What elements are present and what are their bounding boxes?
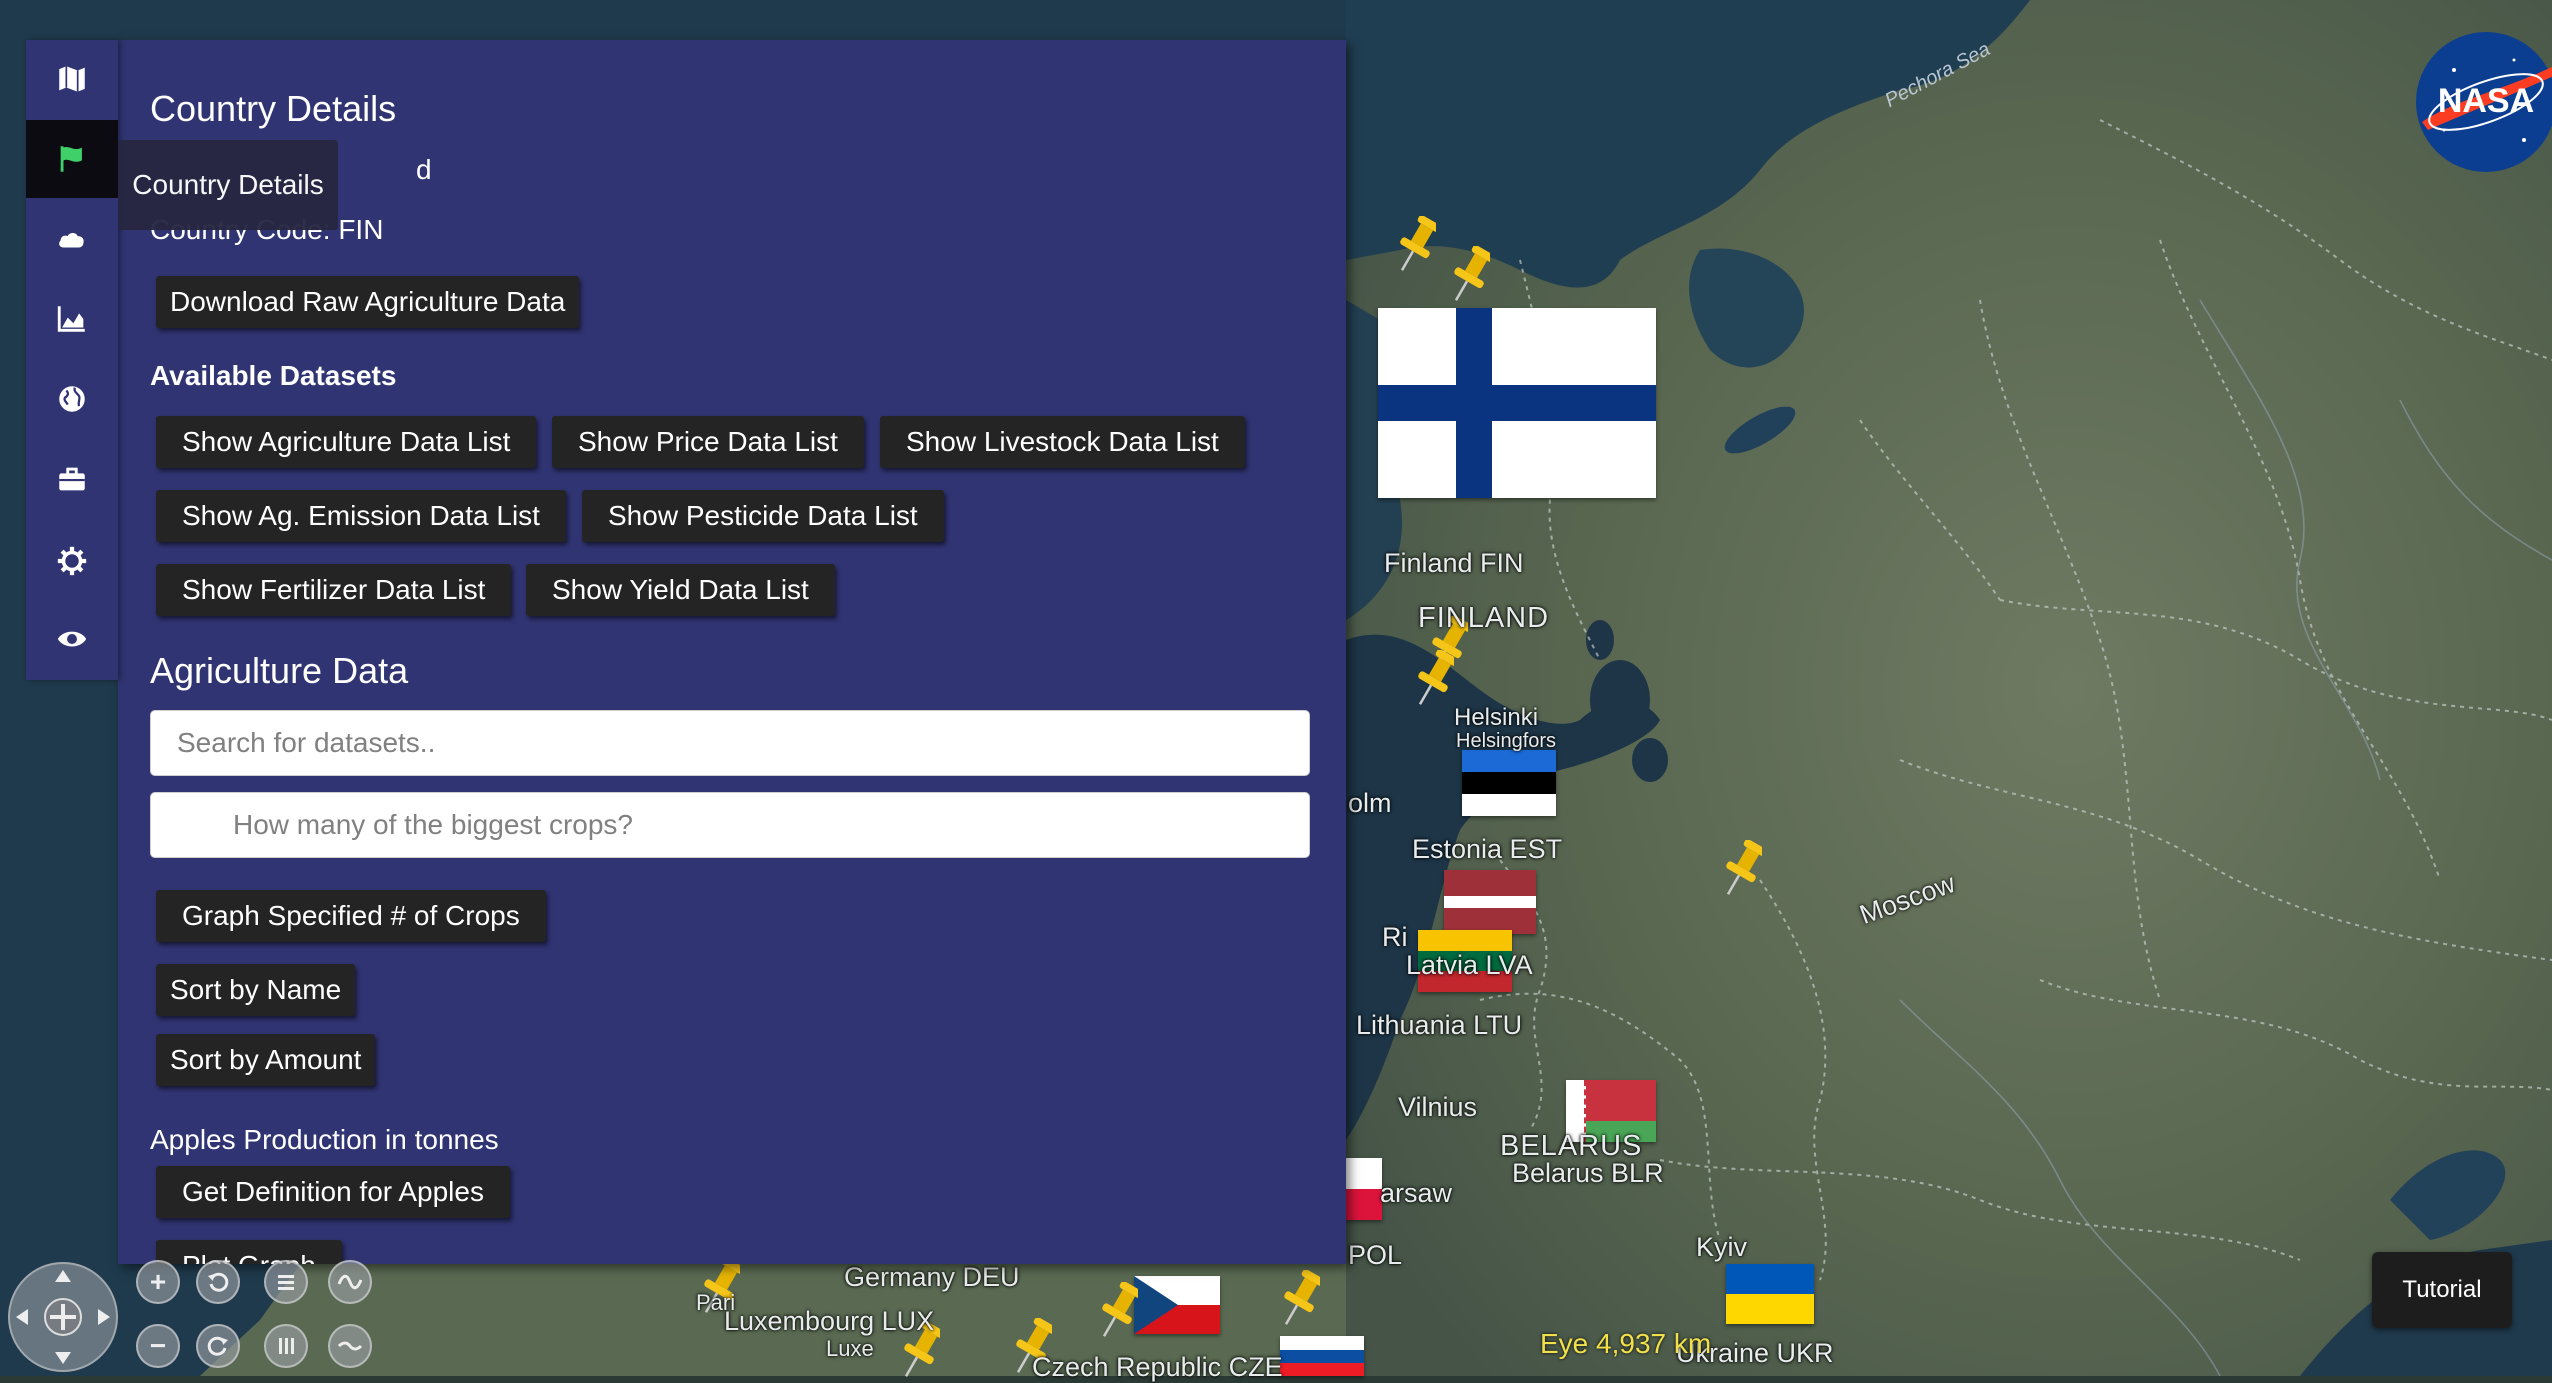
estonia-flag[interactable] [1462, 750, 1556, 816]
pushpin-icon[interactable] [1280, 1270, 1320, 1330]
crop-count-input[interactable] [150, 792, 1310, 858]
briefcase-icon [59, 467, 85, 491]
map-label-finland-fin: Finland FIN [1384, 548, 1524, 578]
pushpin-icon[interactable] [1414, 650, 1454, 710]
ukraine-flag[interactable] [1726, 1264, 1814, 1324]
pushpin-icon[interactable] [1450, 246, 1490, 306]
eye-altitude-readout: Eye 4,937 km [1540, 1328, 1712, 1359]
exaggerate-up-button[interactable] [328, 1260, 372, 1304]
pan-arrows-icon [16, 1270, 110, 1364]
map-label-kyiv: Kyiv [1696, 1232, 1748, 1262]
production-label: Apples Production in tonnes [150, 1124, 499, 1155]
show-pesticide-data-button[interactable]: Show Pesticide Data List [582, 490, 944, 542]
sidebar-item-settings[interactable] [26, 522, 118, 600]
tilt-up-icon [278, 1275, 294, 1290]
gear-icon [57, 546, 87, 576]
panel-title: Country Details [150, 88, 397, 129]
map-label-estonia: Estonia EST [1412, 834, 1563, 864]
graph-crops-button[interactable]: Graph Specified # of Crops [156, 890, 546, 942]
finland-flag[interactable] [1378, 308, 1656, 498]
czech-flag[interactable] [1134, 1276, 1220, 1334]
plot-graph-button[interactable]: Plot Graph [156, 1240, 342, 1264]
sidebar-item-country-details[interactable] [26, 120, 118, 198]
sidebar-item-charts[interactable] [26, 280, 118, 358]
map-label-finland: FINLAND [1418, 602, 1550, 634]
zoom-in-button[interactable]: + [136, 1260, 180, 1304]
show-fertilizer-data-button[interactable]: Show Fertilizer Data List [156, 564, 512, 616]
get-definition-button[interactable]: Get Definition for Apples [156, 1166, 510, 1218]
sidebar-item-globe[interactable] [26, 360, 118, 438]
map-label-belarus: Belarus BLR [1512, 1158, 1664, 1188]
map-label-stockholm: olm [1348, 788, 1392, 818]
rotate-ccw-icon [208, 1272, 229, 1292]
sidebar-tooltip: Country Details [118, 140, 338, 230]
sort-by-name-button[interactable]: Sort by Name [156, 964, 356, 1016]
map-label-czech: Czech Republic CZE [1032, 1352, 1283, 1382]
exaggerate-down-button[interactable] [328, 1324, 372, 1368]
wave-down-icon [337, 1341, 363, 1351]
map-label-poland: POL [1348, 1240, 1403, 1270]
poland-flag[interactable] [1346, 1158, 1382, 1220]
show-yield-data-button[interactable]: Show Yield Data List [526, 564, 835, 616]
rotate-left-button[interactable] [196, 1260, 240, 1304]
pushpin-icon[interactable] [1396, 216, 1436, 276]
sidebar-item-tools[interactable] [26, 440, 118, 518]
map-label-paris: Pari [696, 1290, 736, 1315]
globe-icon [59, 386, 85, 412]
flag-icon [60, 146, 82, 172]
cloud-icon [59, 232, 84, 248]
pushpin-icon[interactable] [1098, 1282, 1138, 1342]
pushpin-icon[interactable] [1722, 840, 1762, 900]
show-agriculture-data-button[interactable]: Show Agriculture Data List [156, 416, 537, 468]
latvia-flag[interactable] [1444, 870, 1536, 934]
sidebar [26, 40, 118, 680]
nasa-logo: NASA [2416, 32, 2552, 172]
navigation-compass[interactable] [8, 1262, 118, 1372]
wave-up-icon [337, 1274, 363, 1290]
show-livestock-data-button[interactable]: Show Livestock Data List [880, 416, 1245, 468]
eye-icon [57, 631, 87, 647]
sidebar-item-view[interactable] [26, 600, 118, 678]
area-chart-icon [57, 306, 85, 332]
available-datasets-heading: Available Datasets [150, 360, 397, 391]
map-label-luxembourg-city: Luxe [826, 1336, 874, 1361]
map-label-helsinki: Helsinki [1454, 704, 1539, 731]
show-price-data-button[interactable]: Show Price Data List [552, 416, 864, 468]
sidebar-item-weather[interactable] [26, 200, 118, 278]
map-label-germany: Germany DEU [844, 1262, 1020, 1292]
country-name-text: d [416, 154, 432, 185]
tilt-up-button[interactable] [264, 1260, 308, 1304]
zoom-out-button[interactable]: − [136, 1324, 180, 1368]
map-label-helsingfors: Helsingfors [1456, 730, 1557, 752]
map-label-riga: Ri [1382, 922, 1408, 952]
map-icon [59, 66, 85, 92]
rotate-right-button[interactable] [196, 1324, 240, 1368]
map-label-luxembourg: Luxembourg LUX [724, 1306, 935, 1336]
tutorial-button[interactable]: Tutorial [2372, 1252, 2512, 1328]
slovakia-flag[interactable] [1280, 1336, 1364, 1376]
sort-by-amount-button[interactable]: Sort by Amount [156, 1034, 376, 1086]
sidebar-item-map[interactable] [26, 40, 118, 118]
download-raw-data-button[interactable]: Download Raw Agriculture Data [156, 276, 580, 328]
map-label-lithuania: Lithuania LTU [1356, 1010, 1523, 1040]
nasa-logo-text: NASA [2438, 82, 2534, 120]
agriculture-data-heading: Agriculture Data [150, 650, 409, 691]
map-label-warsaw: arsaw [1380, 1178, 1453, 1208]
dataset-search-input[interactable] [150, 710, 1310, 776]
map-label-latvia: Latvia LVA [1406, 950, 1533, 980]
tilt-down-icon [279, 1338, 294, 1354]
rotate-cw-icon [207, 1336, 228, 1356]
map-label-vilnius: Vilnius [1398, 1092, 1478, 1122]
show-emission-data-button[interactable]: Show Ag. Emission Data List [156, 490, 566, 542]
tilt-down-button[interactable] [264, 1324, 308, 1368]
